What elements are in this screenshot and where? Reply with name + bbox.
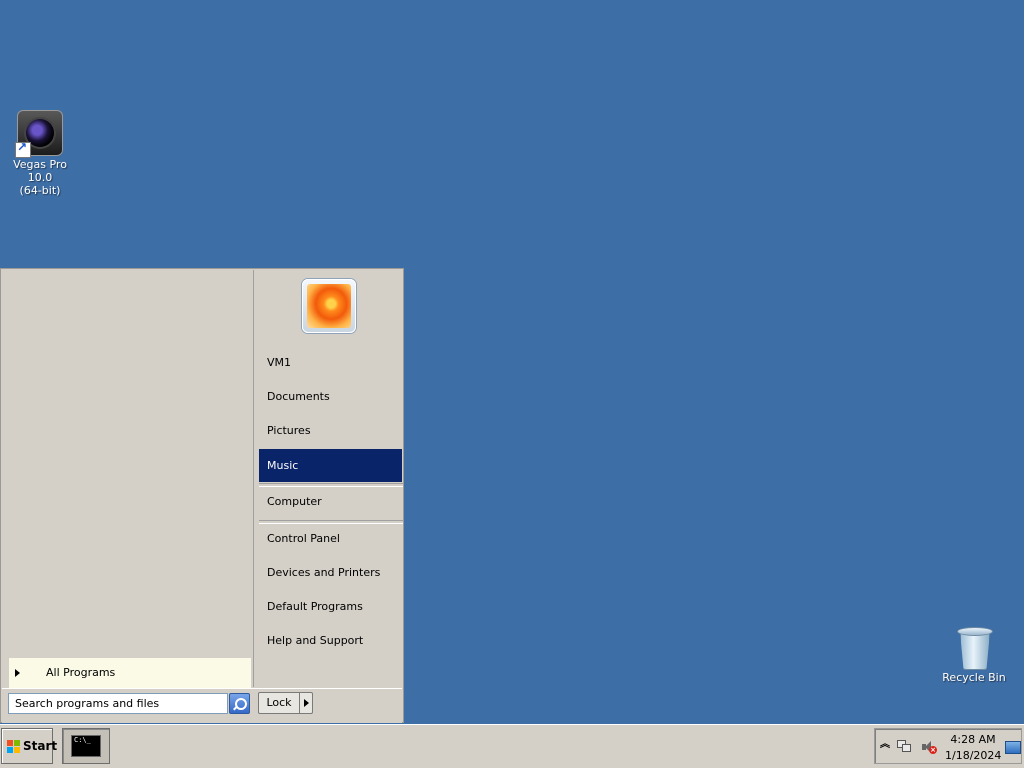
start-menu-bottom-bar: Lock — [2, 688, 402, 723]
windows-flag-icon — [7, 740, 21, 753]
start-item-documents[interactable]: Documents — [259, 384, 402, 410]
recycle-bin-icon — [957, 625, 993, 670]
network-icon[interactable] — [897, 740, 911, 752]
start-label: Start — [23, 739, 58, 753]
pane-divider — [253, 270, 254, 687]
triangle-right-icon — [15, 669, 20, 677]
start-item-control-panel[interactable]: Control Panel — [259, 526, 402, 552]
start-item-vm1[interactable]: VM1 — [259, 350, 402, 376]
start-item-help-and-support[interactable]: Help and Support — [259, 628, 402, 654]
start-menu-programs-pane: All Programs — [2, 270, 254, 688]
start-menu-places-pane: VM1 Documents Pictures Music Computer Co… — [255, 270, 403, 687]
search-input[interactable] — [8, 693, 228, 714]
taskbar: Start C:\_ ︽ × 4:28 AM 1/18/2024 — [0, 724, 1024, 768]
tray-chevron-icon[interactable]: ︽ — [880, 740, 890, 750]
power-options-arrow-button[interactable] — [299, 692, 313, 714]
start-menu: All Programs VM1 Documents Pictures Musi… — [0, 268, 404, 723]
menu-separator — [259, 483, 403, 487]
search-button[interactable] — [229, 693, 250, 714]
recycle-bin-label: Recycle Bin — [942, 671, 1006, 684]
flower-user-icon — [307, 284, 351, 328]
vegas-pro-label-line1: Vegas Pro 10.0 — [13, 158, 67, 184]
lock-button[interactable]: Lock — [258, 692, 300, 714]
start-item-devices-and-printers[interactable]: Devices and Printers — [259, 560, 402, 586]
start-button[interactable]: Start — [1, 728, 57, 764]
vegas-pro-label-line2: (64-bit) — [19, 184, 61, 197]
volume-muted-icon[interactable]: × — [921, 740, 937, 754]
menu-separator — [259, 520, 403, 524]
vegas-pro-desktop-icon[interactable]: Vegas Pro 10.0 (64-bit) — [0, 110, 80, 197]
start-item-default-programs[interactable]: Default Programs — [259, 594, 402, 620]
command-prompt-taskbar-button[interactable]: C:\_ — [62, 728, 110, 764]
clock-date[interactable]: 1/18/2024 — [945, 749, 1001, 762]
all-programs-label: All Programs — [46, 666, 116, 679]
all-programs-button[interactable]: All Programs — [9, 658, 251, 688]
clock-time[interactable]: 4:28 AM — [945, 733, 1001, 746]
start-item-computer[interactable]: Computer — [259, 489, 402, 515]
notification-area: ︽ × 4:28 AM 1/18/2024 — [874, 728, 1022, 764]
start-item-music[interactable]: Music — [259, 449, 402, 482]
search-icon — [235, 698, 247, 710]
user-picture[interactable] — [302, 279, 356, 333]
shortcut-arrow-icon — [15, 141, 31, 158]
recycle-bin-desktop-icon[interactable]: Recycle Bin — [934, 625, 1014, 684]
show-desktop-icon[interactable] — [1005, 741, 1021, 754]
vegas-camera-icon — [15, 110, 63, 158]
start-item-pictures[interactable]: Pictures — [259, 418, 402, 444]
cmd-icon: C:\_ — [71, 735, 101, 757]
